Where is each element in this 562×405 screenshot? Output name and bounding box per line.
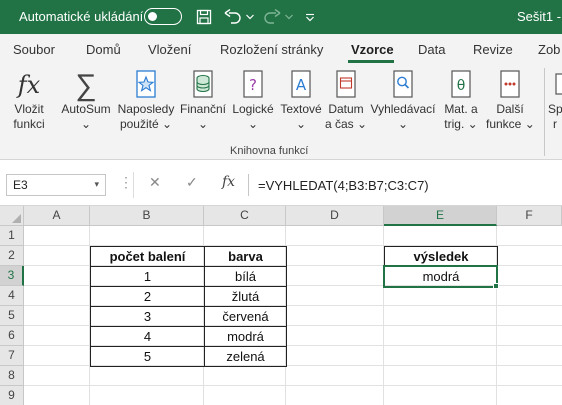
tab-view[interactable]: Zob [538, 42, 560, 57]
table-cell-count[interactable]: 5 [90, 346, 205, 367]
redo-icon[interactable] [261, 6, 283, 28]
row-header-3[interactable]: 3 [0, 266, 24, 286]
more-functions-icon [486, 68, 534, 102]
row-header-1[interactable]: 1 [0, 226, 24, 246]
row-header-6[interactable]: 6 [0, 326, 24, 346]
tab-insert[interactable]: Vložení [148, 42, 191, 57]
name-manager-icon [548, 68, 562, 102]
name-manager-button[interactable]: Sp r [548, 68, 562, 132]
formula-bar-resize-icon[interactable]: ⋮ [119, 174, 133, 191]
calendar-book-icon [324, 68, 368, 102]
table-cell-color[interactable]: bílá [204, 266, 287, 287]
logical-button[interactable]: ? Logické ⌄ [230, 68, 276, 132]
text-button[interactable]: A Textové ⌄ [278, 68, 324, 132]
redo-dropdown-icon[interactable] [283, 6, 295, 28]
undo-icon[interactable] [222, 6, 244, 28]
document-title: Sešit1 - [517, 9, 562, 24]
table-cell-color[interactable]: modrá [204, 326, 287, 347]
table-cell-count[interactable]: 3 [90, 306, 205, 327]
formula-input[interactable]: =VYHLEDAT(4;B3:B7;C3:C7) [248, 174, 562, 196]
row-header-4[interactable]: 4 [0, 286, 24, 306]
column-header-c[interactable]: C [204, 206, 286, 226]
theta-book-icon: θ [438, 68, 484, 102]
ribbon-formulas: fx Vložit funkci ∑ AutoSum ⌄ Naposledy p… [0, 64, 562, 160]
row-header-8[interactable]: 8 [0, 366, 24, 386]
cancel-icon[interactable]: ✕ [149, 174, 161, 191]
tab-formulas[interactable]: Vzorce [351, 42, 394, 57]
star-icon [114, 68, 178, 102]
search-book-icon [368, 68, 438, 102]
column-header-b[interactable]: B [90, 206, 204, 226]
row-header-7[interactable]: 7 [0, 346, 24, 366]
column-header-a[interactable]: A [24, 206, 90, 226]
table-cell-color[interactable]: červená [204, 306, 287, 327]
more-functions-button[interactable]: Další funkce ⌄ [486, 68, 535, 132]
row-header-5[interactable]: 5 [0, 306, 24, 326]
tab-review[interactable]: Revize [473, 42, 513, 57]
ribbon-tabs: Soubor Domů Vložení Rozložení stránky Vz… [0, 34, 562, 64]
financial-button[interactable]: Finanční ⌄ [178, 68, 228, 132]
title-bar: Automatické ukládání Sešit1 - [0, 0, 562, 34]
column-header-f[interactable]: F [497, 206, 562, 226]
customize-qat-icon[interactable] [299, 6, 321, 28]
ribbon-group-separator [544, 68, 545, 156]
result-value-cell[interactable]: modrá [384, 266, 498, 287]
formula-bar: E3 ▾ ⋮ ✕ ✓ fx =VYHLEDAT(4;B3:B7;C3:C7) [0, 160, 562, 206]
autosum-button[interactable]: ∑ AutoSum ⌄ [58, 68, 114, 132]
insert-function-icon[interactable]: fx [222, 174, 235, 190]
autosave-toggle[interactable] [144, 8, 182, 25]
text-book-icon: A [278, 68, 324, 102]
date-time-button[interactable]: Datum a čas ⌄ [324, 68, 368, 132]
tab-file[interactable]: Soubor [13, 42, 55, 57]
svg-text:θ: θ [457, 78, 466, 94]
header-cell-count[interactable]: počet balení [90, 246, 205, 267]
table-cell-color[interactable]: žlutá [204, 286, 287, 307]
fx-icon: fx [17, 70, 41, 99]
autosave-label: Automatické ukládání [19, 9, 144, 24]
math-trig-button[interactable]: θ Mat. a trig. ⌄ [438, 68, 484, 132]
header-cell-color[interactable]: barva [204, 246, 287, 267]
enter-icon[interactable]: ✓ [186, 174, 198, 191]
recently-used-button[interactable]: Naposledy použité ⌄ [114, 68, 178, 132]
table-cell-color[interactable]: zelená [204, 346, 287, 367]
result-header-cell[interactable]: výsledek [384, 246, 498, 267]
save-icon[interactable] [193, 6, 215, 28]
worksheet-grid[interactable]: A B C D E F 1 2 3 4 5 6 7 8 9 počet bale… [0, 206, 562, 405]
select-all-corner[interactable] [0, 206, 24, 226]
name-box[interactable]: E3 ▾ [6, 174, 106, 196]
lookup-reference-button[interactable]: Vyhledávací ⌄ [368, 68, 438, 132]
table-cell-count[interactable]: 2 [90, 286, 205, 307]
fill-handle[interactable] [493, 283, 499, 289]
formula-bar-divider [133, 172, 134, 198]
database-icon [178, 68, 228, 102]
function-library-group-label: Knihovna funkcí [230, 145, 309, 157]
tab-page-layout[interactable]: Rozložení stránky [220, 42, 323, 57]
tab-home[interactable]: Domů [86, 42, 121, 57]
svg-text:A: A [296, 76, 307, 94]
row-header-2[interactable]: 2 [0, 246, 24, 266]
sigma-icon: ∑ [75, 68, 97, 102]
name-box-value: E3 [13, 178, 28, 192]
question-book-icon: ? [230, 68, 276, 102]
column-header-e[interactable]: E [384, 206, 497, 226]
undo-dropdown-icon[interactable] [244, 6, 256, 28]
svg-text:?: ? [249, 76, 257, 94]
insert-function-button[interactable]: fx Vložit funkci [9, 68, 49, 132]
table-cell-count[interactable]: 1 [90, 266, 205, 287]
chevron-down-icon[interactable]: ▾ [94, 179, 99, 190]
table-cell-count[interactable]: 4 [90, 326, 205, 347]
row-header-9[interactable]: 9 [0, 386, 24, 405]
active-tab-indicator [348, 60, 394, 63]
tab-data[interactable]: Data [418, 42, 445, 57]
column-header-d[interactable]: D [286, 206, 384, 226]
